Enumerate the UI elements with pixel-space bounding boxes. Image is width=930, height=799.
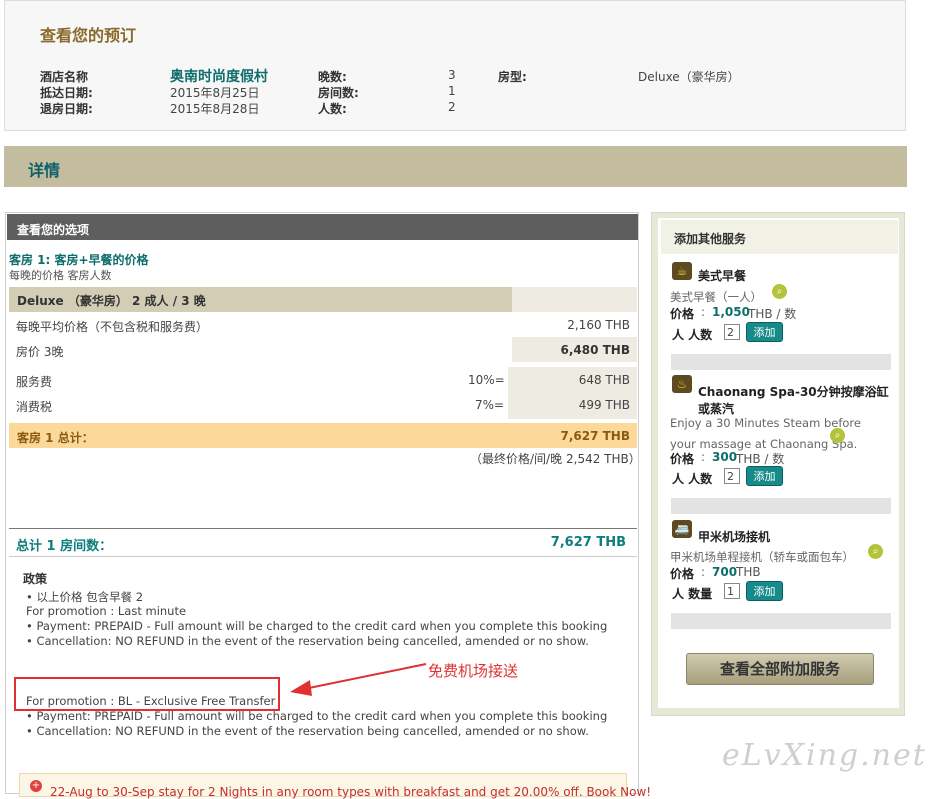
nights-label: 晚数: (318, 70, 347, 84)
addon-name: 美式早餐 (698, 269, 747, 283)
promo-plus-icon[interactable]: + (30, 780, 42, 792)
options-title: 查看您的选项 (17, 223, 90, 237)
addon-unit: THB / 数 (736, 452, 785, 466)
service-fee-pct: 10%= (468, 373, 505, 387)
persons-value: 2 (448, 100, 456, 114)
qty-label: 人 人数 (672, 328, 713, 342)
addon-separator (671, 498, 891, 514)
policy-line: • 以上价格 包含早餐 2 (26, 590, 144, 604)
search-icon[interactable]: ⌕ (830, 428, 845, 443)
addon-separator (671, 613, 891, 629)
addon-unit: THB / 数 (748, 307, 797, 321)
price-label: 价格 (670, 452, 695, 466)
tax-label: 消费税 (16, 400, 53, 414)
checkout-label: 退房日期: (40, 102, 93, 116)
room-title: 客房 1: 客房+早餐的价格 (9, 253, 149, 267)
persons-label: 人数: (318, 102, 347, 116)
checkout-value: 2015年8月28日 (170, 102, 260, 116)
grand-total-label: 总计 1 房间数： (16, 539, 113, 554)
rooms-value: 1 (448, 84, 456, 98)
watermark: eLvXing.net (722, 738, 927, 773)
service-fee-value: 648 THB (578, 373, 630, 387)
summary-title: 查看您的预订 (40, 26, 137, 45)
room-total-label: 客房 1 总计： (17, 431, 94, 445)
spa-icon: ♨ (672, 375, 692, 393)
final-per-night-value: 2,542 THB） (566, 452, 641, 466)
details-band (4, 146, 907, 187)
view-all-addons-button[interactable]: 查看全部附加服务 (686, 653, 874, 685)
grand-divider-bottom (9, 556, 637, 557)
addon-price: 1,050 (712, 305, 750, 319)
addon-unit: THB (736, 565, 761, 579)
quantity-input[interactable]: 2 (724, 468, 740, 484)
callout-box (14, 677, 280, 711)
avg-price-label: 每晚平均价格（不包含税和服务费） (16, 320, 209, 334)
room-price-label: 房价 3晚 (16, 345, 64, 359)
grand-divider (9, 528, 637, 529)
policy-line: • Payment: PREPAID - Full amount will be… (26, 619, 608, 633)
hotel-label: 酒店名称 (40, 70, 89, 84)
policy-title: 政策 (23, 572, 48, 586)
service-fee-label: 服务费 (16, 375, 53, 389)
final-per-night-label: （最终价格/间/晚 (470, 452, 563, 466)
room-price-value: 6,480 THB (560, 343, 630, 357)
promo-text-link[interactable]: 22-Aug to 30-Sep stay for 2 Nights in an… (50, 785, 651, 799)
hotel-name-link[interactable]: 奥南时尚度假村 (170, 66, 268, 86)
callout-text: 免费机场接送 (428, 662, 519, 680)
checkin-label: 抵达日期: (40, 86, 93, 100)
addons-title: 添加其他服务 (674, 232, 747, 246)
price-label: 价格 (670, 307, 695, 321)
roomtype-value: Deluxe（豪华房） (638, 70, 740, 84)
nights-value: 3 (448, 68, 456, 82)
room-total-value: 7,627 THB (560, 429, 630, 443)
addon-name: 甲米机场接机 (698, 530, 771, 544)
checkin-value: 2015年8月25日 (170, 86, 260, 100)
options-header (7, 214, 638, 240)
search-icon[interactable]: ⌕ (772, 284, 787, 299)
policy-line: • Cancellation: NO REFUND in the event o… (26, 724, 589, 738)
quantity-input[interactable]: 2 (724, 324, 740, 340)
search-icon[interactable]: ⌕ (868, 544, 883, 559)
add-button[interactable]: 添加 (746, 466, 783, 486)
car-icon: 🚐 (672, 520, 692, 538)
callout-arrow-icon (290, 663, 427, 696)
addon-name: Chaonang Spa-30分钟按摩浴缸或蒸汽 (698, 385, 889, 416)
breakfast-icon: ☕ (672, 262, 692, 280)
grand-total-value: 7,627 THB (550, 535, 626, 550)
quantity-input[interactable]: 1 (724, 583, 740, 599)
addon-price: 300 (712, 450, 738, 464)
tax-pct: 7%= (475, 398, 505, 412)
tax-value: 499 THB (578, 398, 630, 412)
policy-line: • Cancellation: NO REFUND in the event o… (26, 634, 589, 648)
room-band-text: Deluxe （豪华房） 2 成人 / 3 晚 (17, 294, 206, 308)
addon-desc: Enjoy a 30 Minutes Steam before your mas… (670, 416, 861, 451)
addon-price: 700 (712, 565, 738, 579)
add-button[interactable]: 添加 (746, 322, 783, 342)
room-subtitle: 每晚的价格 客房人数 (9, 269, 112, 282)
room-band-ext (512, 287, 637, 312)
policy-line: For promotion : Last minute (26, 604, 187, 618)
avg-price-value: 2,160 THB (567, 318, 630, 332)
policy-line: • Payment: PREPAID - Full amount will be… (26, 709, 608, 723)
roomtype-label: 房型: (498, 70, 527, 84)
qty-label: 人 数量 (672, 587, 713, 601)
add-button[interactable]: 添加 (746, 581, 783, 601)
price-label: 价格 (670, 567, 695, 581)
addon-desc: 甲米机场单程接机（轿车或面包车） (670, 550, 854, 564)
details-title: 详情 (28, 161, 61, 180)
qty-label: 人 人数 (672, 472, 713, 486)
rooms-label: 房间数: (318, 86, 359, 100)
addon-desc: 美式早餐（一人） (670, 290, 762, 304)
addon-separator (671, 354, 891, 370)
